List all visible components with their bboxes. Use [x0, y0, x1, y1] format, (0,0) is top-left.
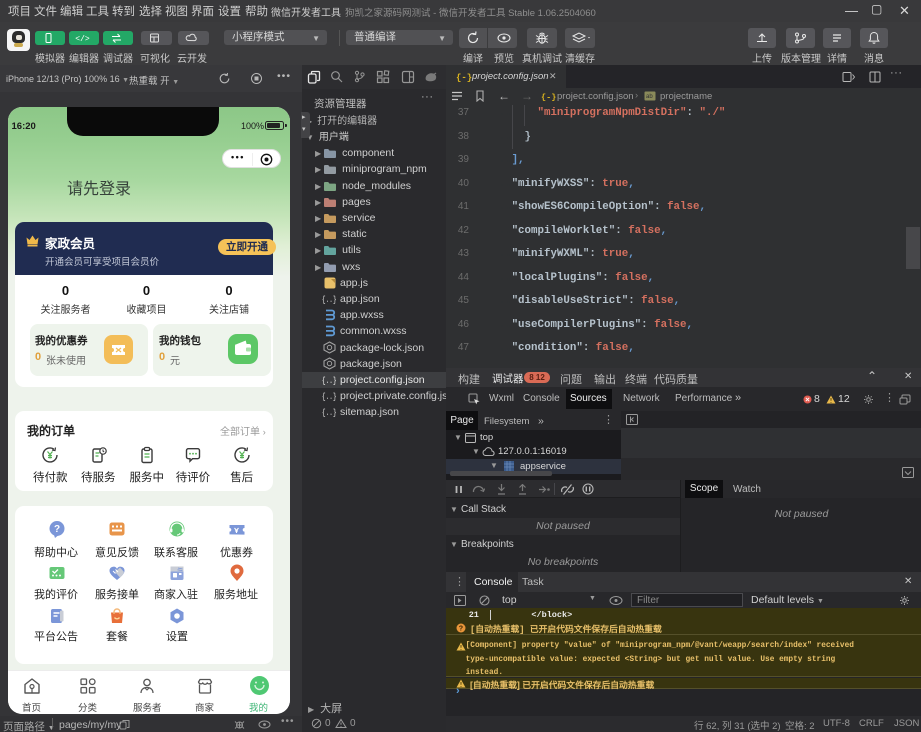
svg-text:?: ?	[54, 524, 60, 535]
svg-text:{-}: {-}	[541, 93, 556, 102]
svg-text:</>: </>	[75, 35, 90, 44]
svg-text:{-}: {-}	[456, 73, 472, 82]
svg-text:ab: ab	[646, 94, 653, 100]
svg-text:?: ?	[459, 625, 463, 633]
